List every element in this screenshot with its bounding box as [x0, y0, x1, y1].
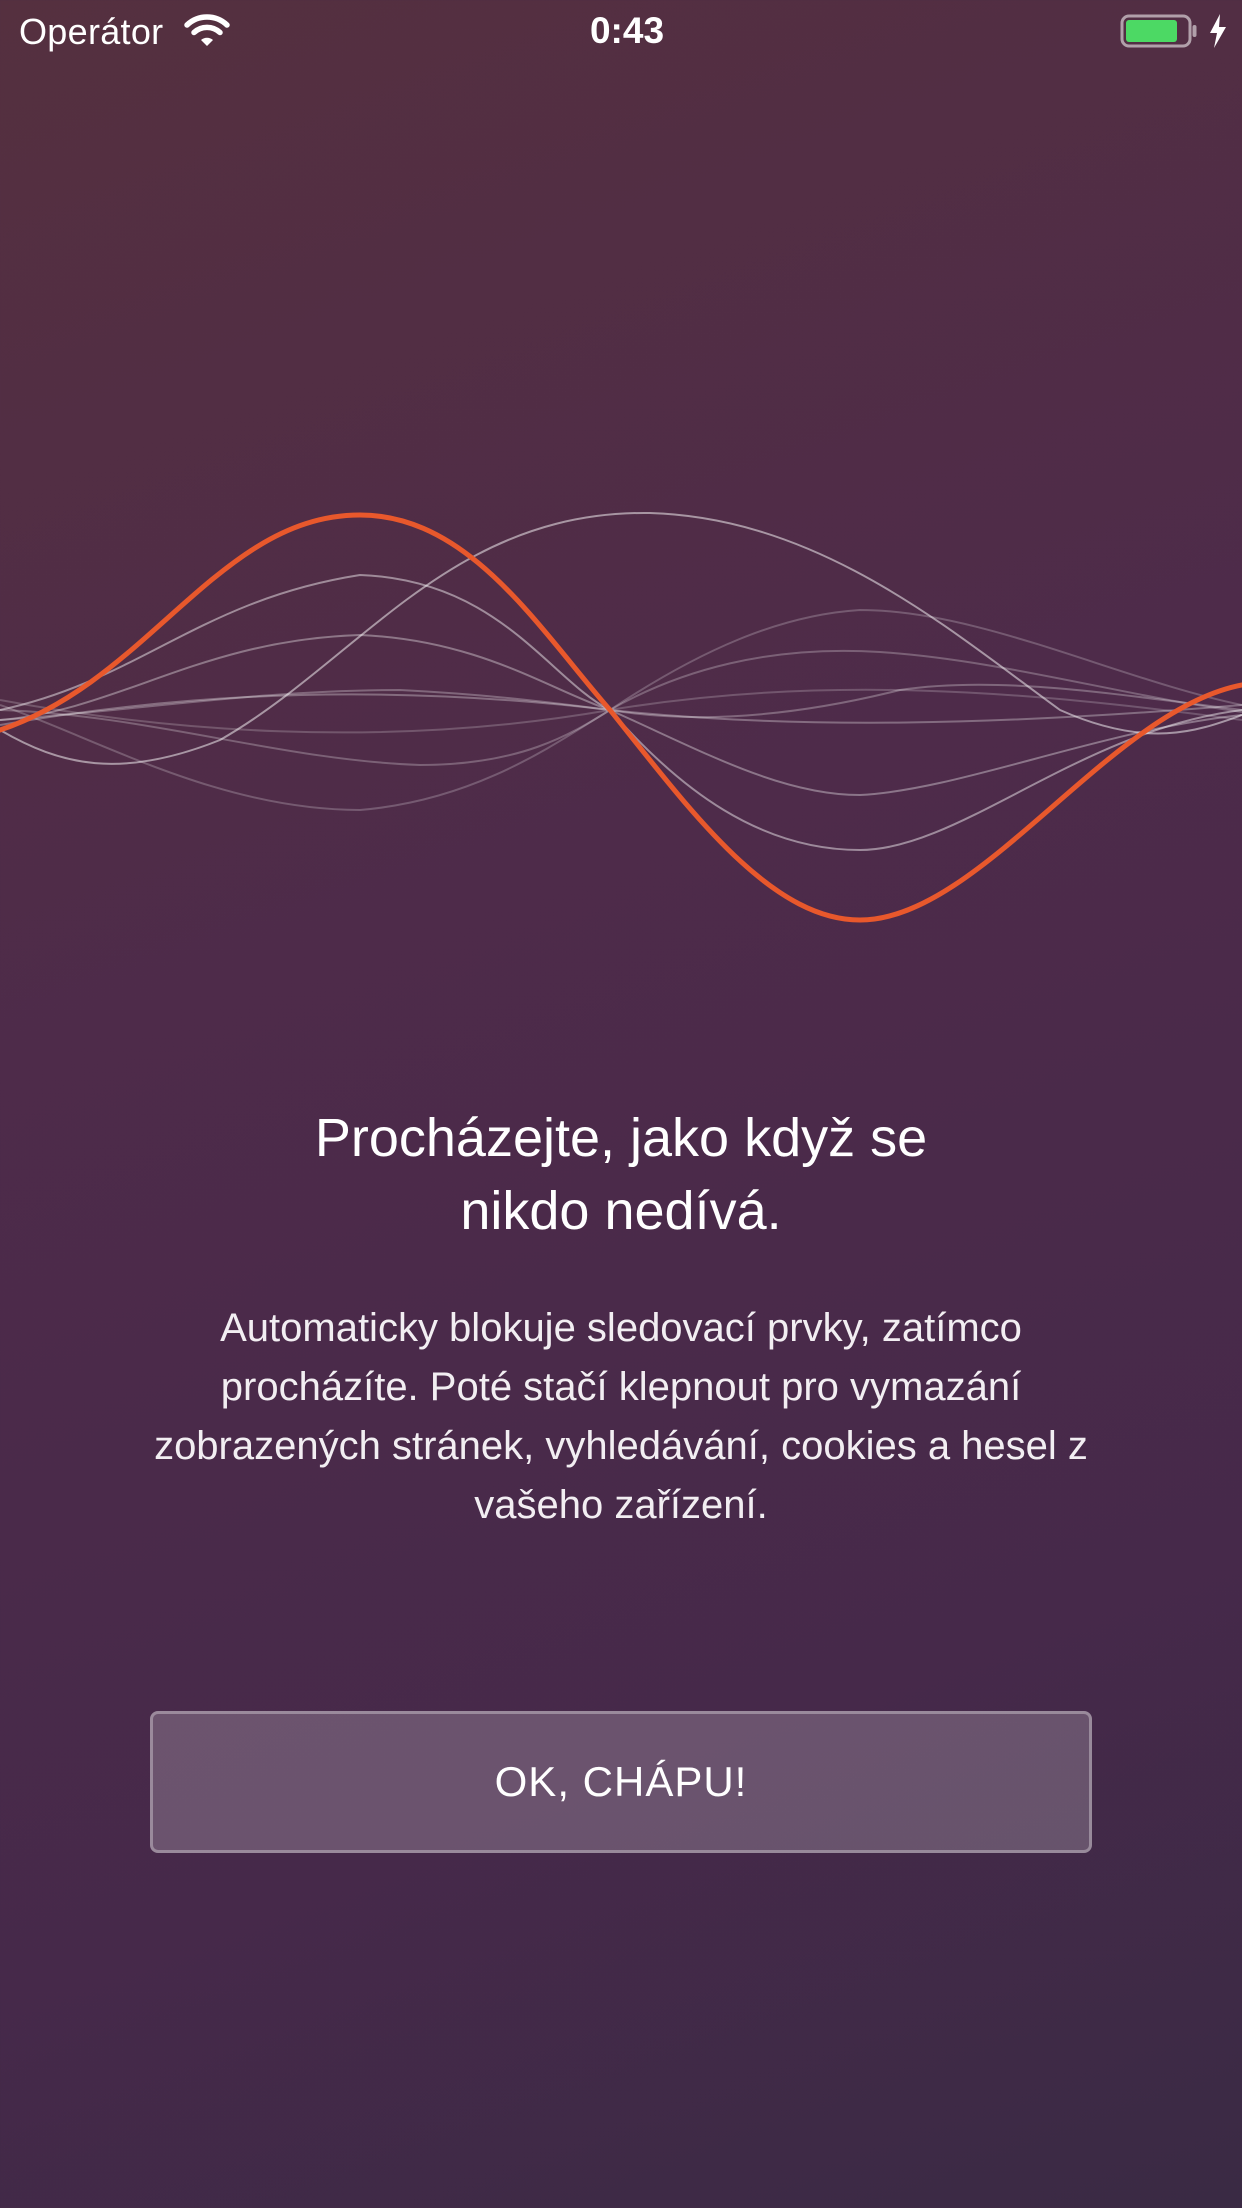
- ok-got-it-button[interactable]: OK, CHÁPU!: [150, 1711, 1092, 1853]
- onboarding-title: Procházejte, jako když se nikdo nedívá.: [314, 1108, 928, 1241]
- clock: 0:43: [589, 10, 665, 51]
- status-bar: Operátor 0:43: [0, 0, 1242, 62]
- wave-line: [0, 608, 1242, 812]
- onboarding-description: Automaticky blokuje sledovací prvky, zat…: [154, 1306, 1088, 1527]
- bolt-icon: [1206, 12, 1230, 50]
- wave-illustration: [0, 480, 1242, 940]
- wave-line: [0, 633, 1242, 797]
- battery-icon: [1120, 13, 1200, 49]
